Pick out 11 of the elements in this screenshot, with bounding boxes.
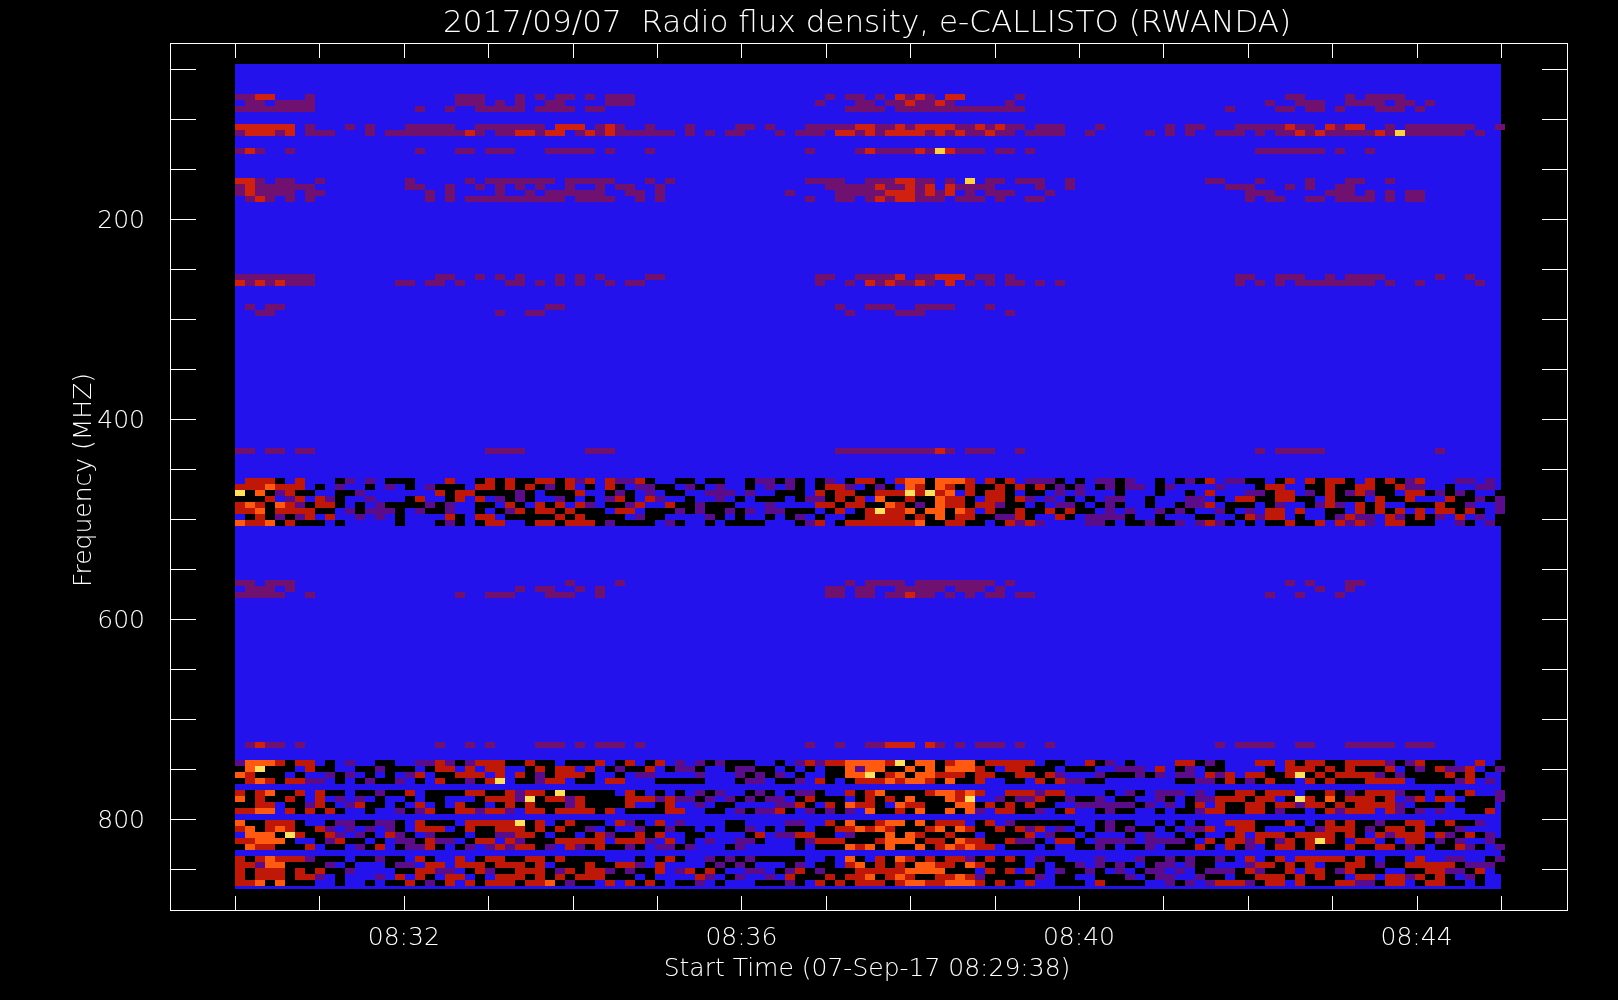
x-tick-label: 08:36 [705,922,778,951]
y-tick-label: 800 [97,805,145,834]
y-tick-label: 400 [97,405,145,434]
x-axis-label: Start Time (07-Sep-17 08:29:38) [663,953,1071,982]
chart-title: 2017/09/07 Radio flux density, e-CALLISTO (RWANDA) [442,3,1292,39]
y-tick-label: 200 [97,205,145,234]
y-tick-label: 600 [97,605,145,634]
x-tick-label: 08:32 [367,922,440,951]
x-tick-label: 08:44 [1380,922,1453,951]
y-axis-label: Frequency (MHZ) [68,372,97,588]
x-tick-label: 08:40 [1043,922,1115,951]
